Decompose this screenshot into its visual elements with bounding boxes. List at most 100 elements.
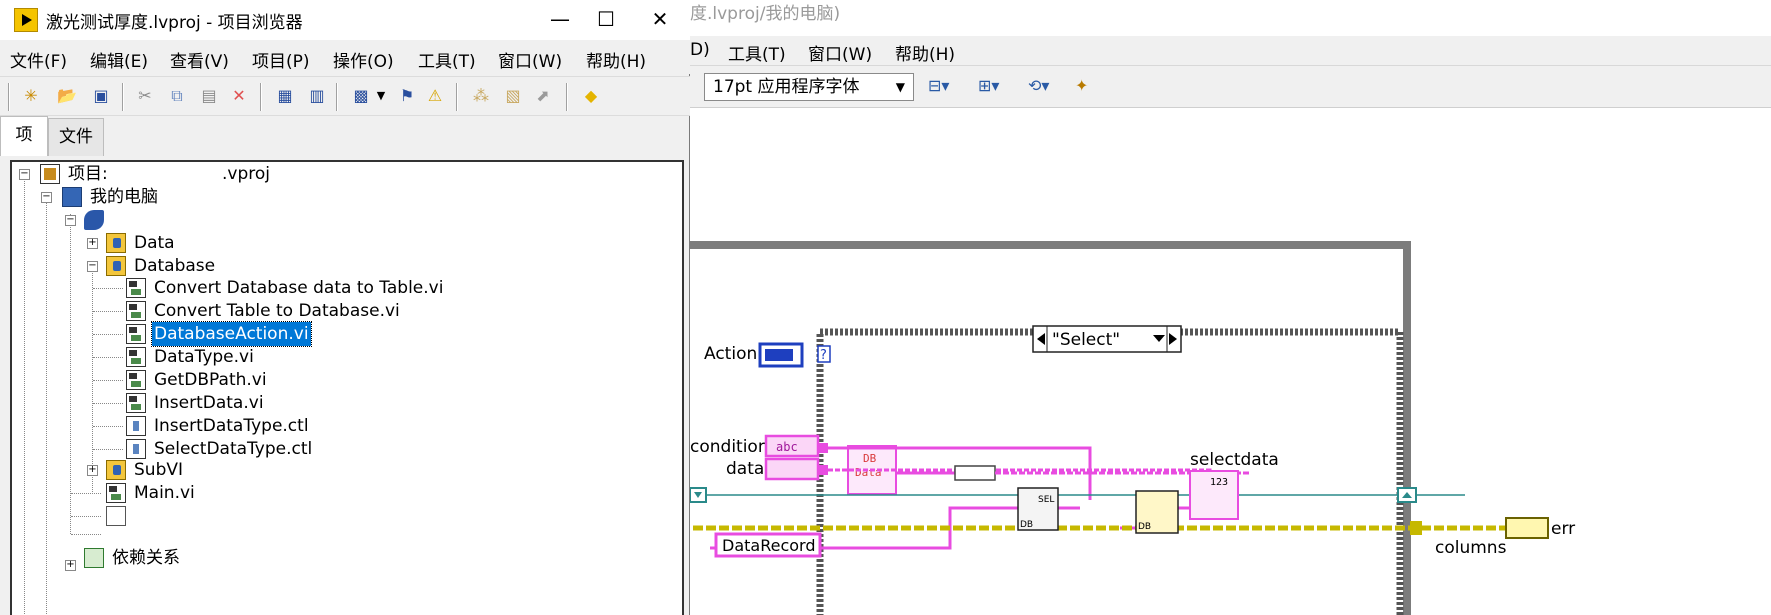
- menu-file[interactable]: 文件(F): [10, 47, 67, 72]
- tree-item-label: 项目:: [68, 164, 108, 184]
- collapse-icon[interactable]: −: [65, 215, 76, 226]
- close-button[interactable]: ✕: [640, 4, 680, 34]
- menu-edit[interactable]: 编辑(E): [90, 47, 148, 72]
- control-icon: [126, 439, 146, 459]
- dependencies-icon[interactable]: ⁂: [470, 85, 492, 107]
- expand-icon[interactable]: +: [87, 465, 98, 476]
- maximize-button[interactable]: ☐: [586, 4, 626, 34]
- folder-icon: [106, 460, 126, 480]
- tree-line: [93, 403, 123, 404]
- toolbar-separator: [336, 83, 338, 111]
- diagram-menu-help[interactable]: 帮助(H): [895, 40, 955, 65]
- tree-line: [93, 426, 123, 427]
- new-icon[interactable]: ✳: [20, 85, 42, 107]
- diagram-menubar: D) 工具(T) 窗口(W) 帮助(H): [690, 36, 1771, 66]
- expand-icon[interactable]: +: [65, 560, 76, 571]
- svg-text:abc: abc: [776, 440, 798, 454]
- folder-icon: [106, 256, 126, 276]
- diagram-menu-window[interactable]: 窗口(W): [808, 40, 872, 65]
- package-icon[interactable]: ▧: [502, 85, 524, 107]
- minimize-button[interactable]: —: [540, 4, 580, 34]
- collapse-icon[interactable]: −: [19, 169, 30, 180]
- align-objects-icon[interactable]: ⊟▾: [928, 76, 968, 100]
- case-selector[interactable]: "Select": [1032, 325, 1182, 353]
- title-bar[interactable]: 激光测试厚度.lvproj - 项目浏览器 — ☐ ✕: [0, 0, 690, 40]
- font-select-value: 17pt 应用程序字体: [713, 77, 860, 97]
- vi-icon: [126, 347, 146, 367]
- distribute-objects-icon[interactable]: ⊞▾: [978, 76, 1018, 100]
- chevron-down-icon[interactable]: ▼: [370, 85, 392, 107]
- menu-operate[interactable]: 操作(O): [333, 47, 394, 72]
- tree-line: [93, 334, 123, 335]
- tree-line: [70, 214, 71, 534]
- tree-line: [93, 449, 123, 450]
- data-label: data: [726, 459, 764, 479]
- diagram-window-title: 度.lvproj/我的电脑): [690, 4, 841, 24]
- vi-icon: [126, 324, 146, 344]
- svg-text:123: 123: [1210, 477, 1228, 488]
- menu-project[interactable]: 项目(P): [252, 47, 310, 72]
- collapse-icon[interactable]: −: [41, 192, 52, 203]
- tab-files[interactable]: 文件: [48, 118, 104, 156]
- action-label: Action: [704, 344, 757, 364]
- data-terminal: [764, 457, 820, 481]
- save-all-icon[interactable]: ▣: [90, 85, 112, 107]
- toolbar-separator: [8, 83, 10, 111]
- screen: 度.lvproj/我的电脑) D) 工具(T) 窗口(W) 帮助(H) 17pt…: [0, 0, 1771, 615]
- collapse-icon[interactable]: −: [87, 261, 98, 272]
- reorder-icon[interactable]: ⟲▾: [1028, 76, 1068, 100]
- error-out-terminal: [1505, 517, 1549, 539]
- menu-help[interactable]: 帮助(H): [586, 47, 646, 72]
- vi-icon: [126, 301, 146, 321]
- menu-tools[interactable]: 工具(T): [418, 47, 476, 72]
- copy-icon[interactable]: ⧉: [166, 85, 188, 107]
- tree-item-label: Convert Database data to Table.vi: [154, 278, 444, 298]
- tree-item-label: Convert Table to Database.vi: [154, 301, 400, 321]
- open-icon[interactable]: 📂: [56, 85, 78, 107]
- data-record-label: DataRecord: [722, 536, 815, 555]
- tree-line: [46, 192, 47, 615]
- diagram-menu-item[interactable]: D): [690, 40, 710, 60]
- file-icon: [106, 506, 126, 526]
- target-icon: [84, 210, 104, 230]
- diagram-menu-tools[interactable]: 工具(T): [728, 40, 786, 65]
- block-diagram: "Select" Action ? condition abc data DB …: [676, 241, 1575, 615]
- build-icon[interactable]: ⚑: [396, 85, 418, 107]
- block-diagram-canvas[interactable]: "Select" Action ? condition abc data DB …: [676, 108, 1771, 615]
- tree-item-label: 我的电脑: [90, 187, 158, 207]
- convert-node: [954, 465, 996, 481]
- warning-icon[interactable]: ⚠: [424, 85, 446, 107]
- export-icon[interactable]: ⬈: [532, 85, 554, 107]
- project-properties-icon[interactable]: ▦: [274, 85, 296, 107]
- expand-icon[interactable]: +: [87, 238, 98, 249]
- run-icon[interactable]: ◆: [580, 85, 602, 107]
- tree-line: [71, 534, 101, 535]
- font-select[interactable]: 17pt 应用程序字体 ▼: [704, 73, 914, 101]
- labview-logo-icon: [14, 8, 38, 32]
- case-selector-label: "Select": [1052, 330, 1120, 350]
- delete-icon[interactable]: ✕: [228, 85, 250, 107]
- project-tree[interactable]: − 项目: .vproj − 我的电脑 − + Data − Database …: [10, 160, 684, 615]
- menu-view[interactable]: 查看(V): [170, 47, 229, 72]
- menu-window[interactable]: 窗口(W): [498, 47, 562, 72]
- cleanup-diagram-icon[interactable]: ✦: [1075, 76, 1115, 100]
- dependencies-icon: [84, 548, 104, 568]
- tree-item-label: GetDBPath.vi: [154, 370, 267, 390]
- tree-line: [71, 493, 101, 494]
- menubar: 文件(F) 编辑(E) 查看(V) 项目(P) 操作(O) 工具(T) 窗口(W…: [0, 40, 690, 74]
- control-icon: [126, 416, 146, 436]
- columns-label: columns: [1435, 538, 1507, 558]
- save-project-icon[interactable]: ▥: [306, 85, 328, 107]
- paste-icon[interactable]: ▤: [198, 85, 220, 107]
- svg-text:DB: DB: [1138, 522, 1151, 532]
- toolbar-separator: [566, 83, 568, 111]
- diagram-toolbar: 17pt 应用程序字体 ▼ ⊟▾ ⊞▾ ⟲▾ ✦: [690, 66, 1771, 108]
- project-browser-window: 激光测试厚度.lvproj - 项目浏览器 — ☐ ✕ 文件(F) 编辑(E) …: [0, 0, 690, 615]
- tree-item-label: 依赖关系: [112, 548, 180, 568]
- tree-item-label: DataType.vi: [154, 347, 254, 367]
- tab-items[interactable]: 项: [0, 116, 48, 156]
- tree-line: [71, 516, 101, 517]
- cut-icon[interactable]: ✂: [134, 85, 156, 107]
- view-icon[interactable]: ▩: [350, 85, 372, 107]
- tree-line: [93, 357, 123, 358]
